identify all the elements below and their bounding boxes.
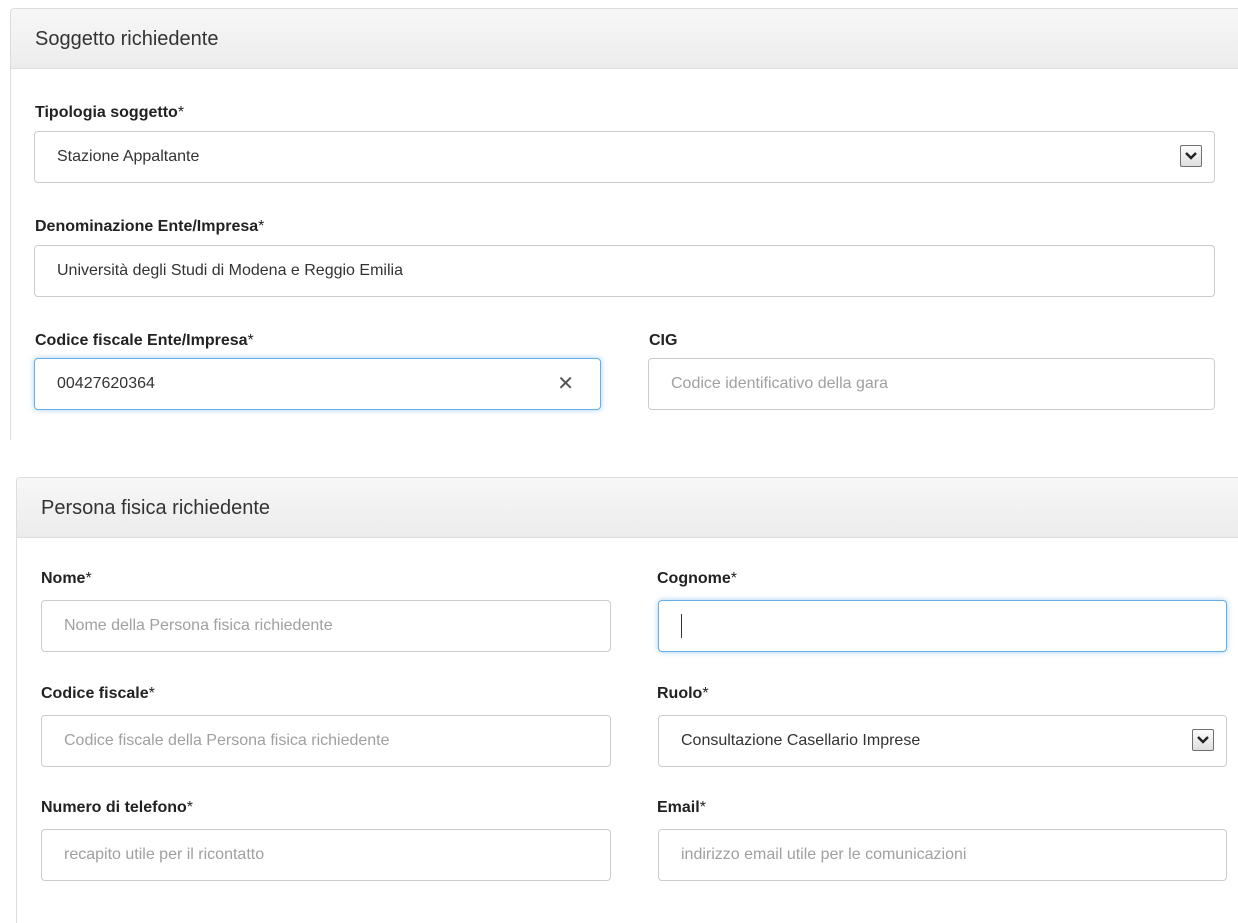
- ruolo-select[interactable]: Consultazione Casellario Imprese: [658, 715, 1227, 767]
- cognome-input[interactable]: [658, 600, 1227, 652]
- codice-fiscale-persona-label: Codice fiscale*: [41, 685, 155, 702]
- close-icon[interactable]: ✕: [557, 372, 574, 396]
- telefono-label: Numero di telefono*: [41, 799, 194, 816]
- email-input[interactable]: indirizzo email utile per le comunicazio…: [658, 829, 1227, 881]
- soggetto-panel-title: Soggetto richiedente: [11, 9, 1238, 69]
- cig-input[interactable]: Codice identificativo della gara: [648, 358, 1215, 410]
- cognome-label: Cognome*: [657, 570, 738, 587]
- tipologia-label: Tipologia soggetto*: [35, 104, 185, 121]
- persona-panel-title: Persona fisica richiedente: [17, 478, 1238, 538]
- persona-panel: Persona fisica richiedente Nome* Nome de…: [16, 477, 1238, 923]
- cig-label: CIG: [649, 332, 678, 349]
- codice-fiscale-ente-input[interactable]: 00427620364 ✕: [34, 358, 601, 410]
- chevron-down-icon[interactable]: [1180, 145, 1202, 167]
- codice-fiscale-persona-input[interactable]: Codice fiscale della Persona fisica rich…: [41, 715, 611, 767]
- denominazione-label: Denominazione Ente/Impresa*: [35, 218, 265, 235]
- text-caret: [681, 614, 682, 638]
- soggetto-panel: Soggetto richiedente Tipologia soggetto*…: [10, 8, 1238, 440]
- chevron-down-icon[interactable]: [1192, 729, 1214, 751]
- tipologia-select[interactable]: Stazione Appaltante: [34, 131, 1215, 183]
- codice-fiscale-ente-label: Codice fiscale Ente/Impresa*: [35, 332, 254, 349]
- email-label: Email*: [657, 799, 706, 816]
- nome-label: Nome*: [41, 570, 92, 587]
- ruolo-label: Ruolo*: [657, 685, 709, 702]
- nome-input[interactable]: Nome della Persona fisica richiedente: [41, 600, 611, 652]
- telefono-input[interactable]: recapito utile per il ricontatto: [41, 829, 611, 881]
- denominazione-input[interactable]: Università degli Studi di Modena e Reggi…: [34, 245, 1215, 297]
